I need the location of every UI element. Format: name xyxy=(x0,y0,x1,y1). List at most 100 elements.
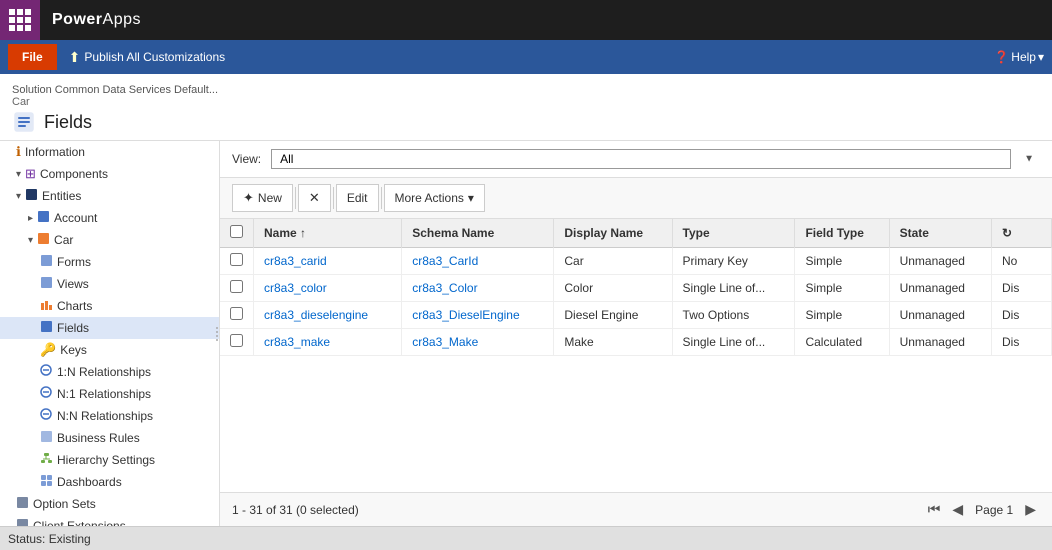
account-expand-icon: ▸ xyxy=(28,213,33,224)
table-row[interactable]: cr8a3_make cr8a3_Make Make Single Line o… xyxy=(220,329,1052,356)
help-button[interactable]: ❓ Help ▾ xyxy=(994,50,1044,64)
ribbon-bar: File ⬆ Publish All Customizations ❓ Help… xyxy=(0,40,1052,74)
row-extra: Dis xyxy=(992,275,1052,302)
sidebar-item-car[interactable]: ▾ Car xyxy=(0,229,219,251)
sidebar-item-option-sets[interactable]: Option Sets xyxy=(0,493,219,515)
row-checkbox[interactable] xyxy=(230,307,243,320)
row-name[interactable]: cr8a3_make xyxy=(254,329,402,356)
row-checkbox-cell[interactable] xyxy=(220,275,254,302)
page-navigation: ⏮ ◀ Page 1 ▶ xyxy=(924,499,1040,520)
sidebar-item-entities[interactable]: ▾ Entities xyxy=(0,185,219,207)
row-display-name: Color xyxy=(554,275,672,302)
col-field-type[interactable]: Field Type xyxy=(795,219,889,248)
row-checkbox[interactable] xyxy=(230,253,243,266)
edit-button[interactable]: Edit xyxy=(336,184,379,212)
sidebar: ℹ Information ▾ ⊞ Components ▾ Entities … xyxy=(0,141,220,526)
charts-icon xyxy=(40,298,53,314)
refresh-icon[interactable]: ↻ xyxy=(1002,226,1012,240)
fields-icon xyxy=(12,110,36,134)
forms-icon xyxy=(40,254,53,270)
waffle-menu-button[interactable] xyxy=(0,0,40,40)
col-type[interactable]: Type xyxy=(672,219,795,248)
sidebar-item-forms[interactable]: Forms xyxy=(0,251,219,273)
row-checkbox-cell[interactable] xyxy=(220,248,254,275)
row-field-type: Simple xyxy=(795,248,889,275)
sidebar-item-hierarchy-settings[interactable]: Hierarchy Settings xyxy=(0,449,219,471)
page-label: Page 1 xyxy=(971,503,1017,517)
car-icon xyxy=(37,232,50,248)
entities-expand-icon: ▾ xyxy=(16,191,21,202)
sidebar-item-business-rules[interactable]: Business Rules xyxy=(0,427,219,449)
select-all-checkbox[interactable] xyxy=(230,225,243,238)
content-area: View: All ▼ ✦ New ✕ Edit xyxy=(220,141,1052,526)
next-page-button[interactable]: ▶ xyxy=(1021,499,1040,520)
row-checkbox[interactable] xyxy=(230,280,243,293)
sidebar-item-components[interactable]: ▾ ⊞ Components xyxy=(0,163,219,185)
waffle-icon xyxy=(9,9,31,31)
sidebar-item-keys[interactable]: 🔑 Keys xyxy=(0,339,219,361)
view-toolbar: View: All ▼ xyxy=(220,141,1052,178)
row-extra: Dis xyxy=(992,329,1052,356)
col-display-name[interactable]: Display Name xyxy=(554,219,672,248)
sidebar-item-1n-relationships[interactable]: 1:N Relationships xyxy=(0,361,219,383)
table-header-row: Name ↑ Schema Name Display Name Type Fie… xyxy=(220,219,1052,248)
sidebar-item-views[interactable]: Views xyxy=(0,273,219,295)
hierarchy-settings-icon xyxy=(40,452,53,468)
prev-page-button[interactable]: ◀ xyxy=(948,499,967,520)
row-field-type: Calculated xyxy=(795,329,889,356)
row-checkbox[interactable] xyxy=(230,334,243,347)
account-icon xyxy=(37,210,50,226)
row-checkbox-cell[interactable] xyxy=(220,329,254,356)
more-actions-button[interactable]: More Actions ▾ xyxy=(384,184,485,212)
row-name[interactable]: cr8a3_carid xyxy=(254,248,402,275)
row-type: Two Options xyxy=(672,302,795,329)
row-name[interactable]: cr8a3_color xyxy=(254,275,402,302)
sidebar-resize-handle[interactable] xyxy=(215,141,219,526)
row-field-type: Simple xyxy=(795,302,889,329)
fields-table-container: Name ↑ Schema Name Display Name Type Fie… xyxy=(220,219,1052,492)
sidebar-item-information[interactable]: ℹ Information xyxy=(0,141,219,163)
row-checkbox-cell[interactable] xyxy=(220,302,254,329)
sidebar-item-nn-relationships[interactable]: N:N Relationships xyxy=(0,405,219,427)
keys-icon: 🔑 xyxy=(40,342,56,358)
view-select[interactable]: All xyxy=(271,149,1011,169)
n1-rel-icon xyxy=(40,386,53,402)
sidebar-item-dashboards[interactable]: Dashboards xyxy=(0,471,219,493)
row-state: Unmanaged xyxy=(889,302,991,329)
publish-button[interactable]: ⬆ Publish All Customizations xyxy=(69,49,225,66)
table-row[interactable]: cr8a3_color cr8a3_Color Color Single Lin… xyxy=(220,275,1052,302)
business-rules-icon xyxy=(40,430,53,446)
pagination-info: 1 - 31 of 31 (0 selected) xyxy=(232,503,359,517)
delete-button[interactable]: ✕ xyxy=(298,184,331,212)
table-row[interactable]: cr8a3_carid cr8a3_CarId Car Primary Key … xyxy=(220,248,1052,275)
row-schema-name: cr8a3_CarId xyxy=(402,248,554,275)
more-actions-arrow: ▾ xyxy=(468,191,474,205)
first-page-button[interactable]: ⏮ xyxy=(924,499,945,520)
sidebar-item-account[interactable]: ▸ Account xyxy=(0,207,219,229)
action-bar: ✦ New ✕ Edit More Actions ▾ xyxy=(220,178,1052,219)
file-button[interactable]: File xyxy=(8,44,57,70)
row-state: Unmanaged xyxy=(889,248,991,275)
view-dropdown-arrow: ▼ xyxy=(1024,154,1034,165)
col-state[interactable]: State xyxy=(889,219,991,248)
nn-rel-icon xyxy=(40,408,53,424)
view-select-wrapper: All ▼ xyxy=(271,149,1040,169)
view-label: View: xyxy=(232,152,261,166)
sidebar-item-fields[interactable]: Fields xyxy=(0,317,219,339)
sidebar-item-client-extensions[interactable]: Client Extensions xyxy=(0,515,219,526)
information-icon: ℹ xyxy=(16,144,21,160)
car-expand-icon: ▾ xyxy=(28,235,33,246)
table-row[interactable]: cr8a3_dieselengine cr8a3_DieselEngine Di… xyxy=(220,302,1052,329)
col-extra: ↻ xyxy=(992,219,1052,248)
new-button[interactable]: ✦ New xyxy=(232,184,293,212)
row-name[interactable]: cr8a3_dieselengine xyxy=(254,302,402,329)
sidebar-item-n1-relationships[interactable]: N:1 Relationships xyxy=(0,383,219,405)
col-schema-name[interactable]: Schema Name xyxy=(402,219,554,248)
col-checkbox xyxy=(220,219,254,248)
sidebar-item-charts[interactable]: Charts xyxy=(0,295,219,317)
row-state: Unmanaged xyxy=(889,329,991,356)
new-icon: ✦ xyxy=(243,190,254,206)
row-schema-name: cr8a3_Make xyxy=(402,329,554,356)
col-name[interactable]: Name ↑ xyxy=(254,219,402,248)
row-schema-name: cr8a3_Color xyxy=(402,275,554,302)
